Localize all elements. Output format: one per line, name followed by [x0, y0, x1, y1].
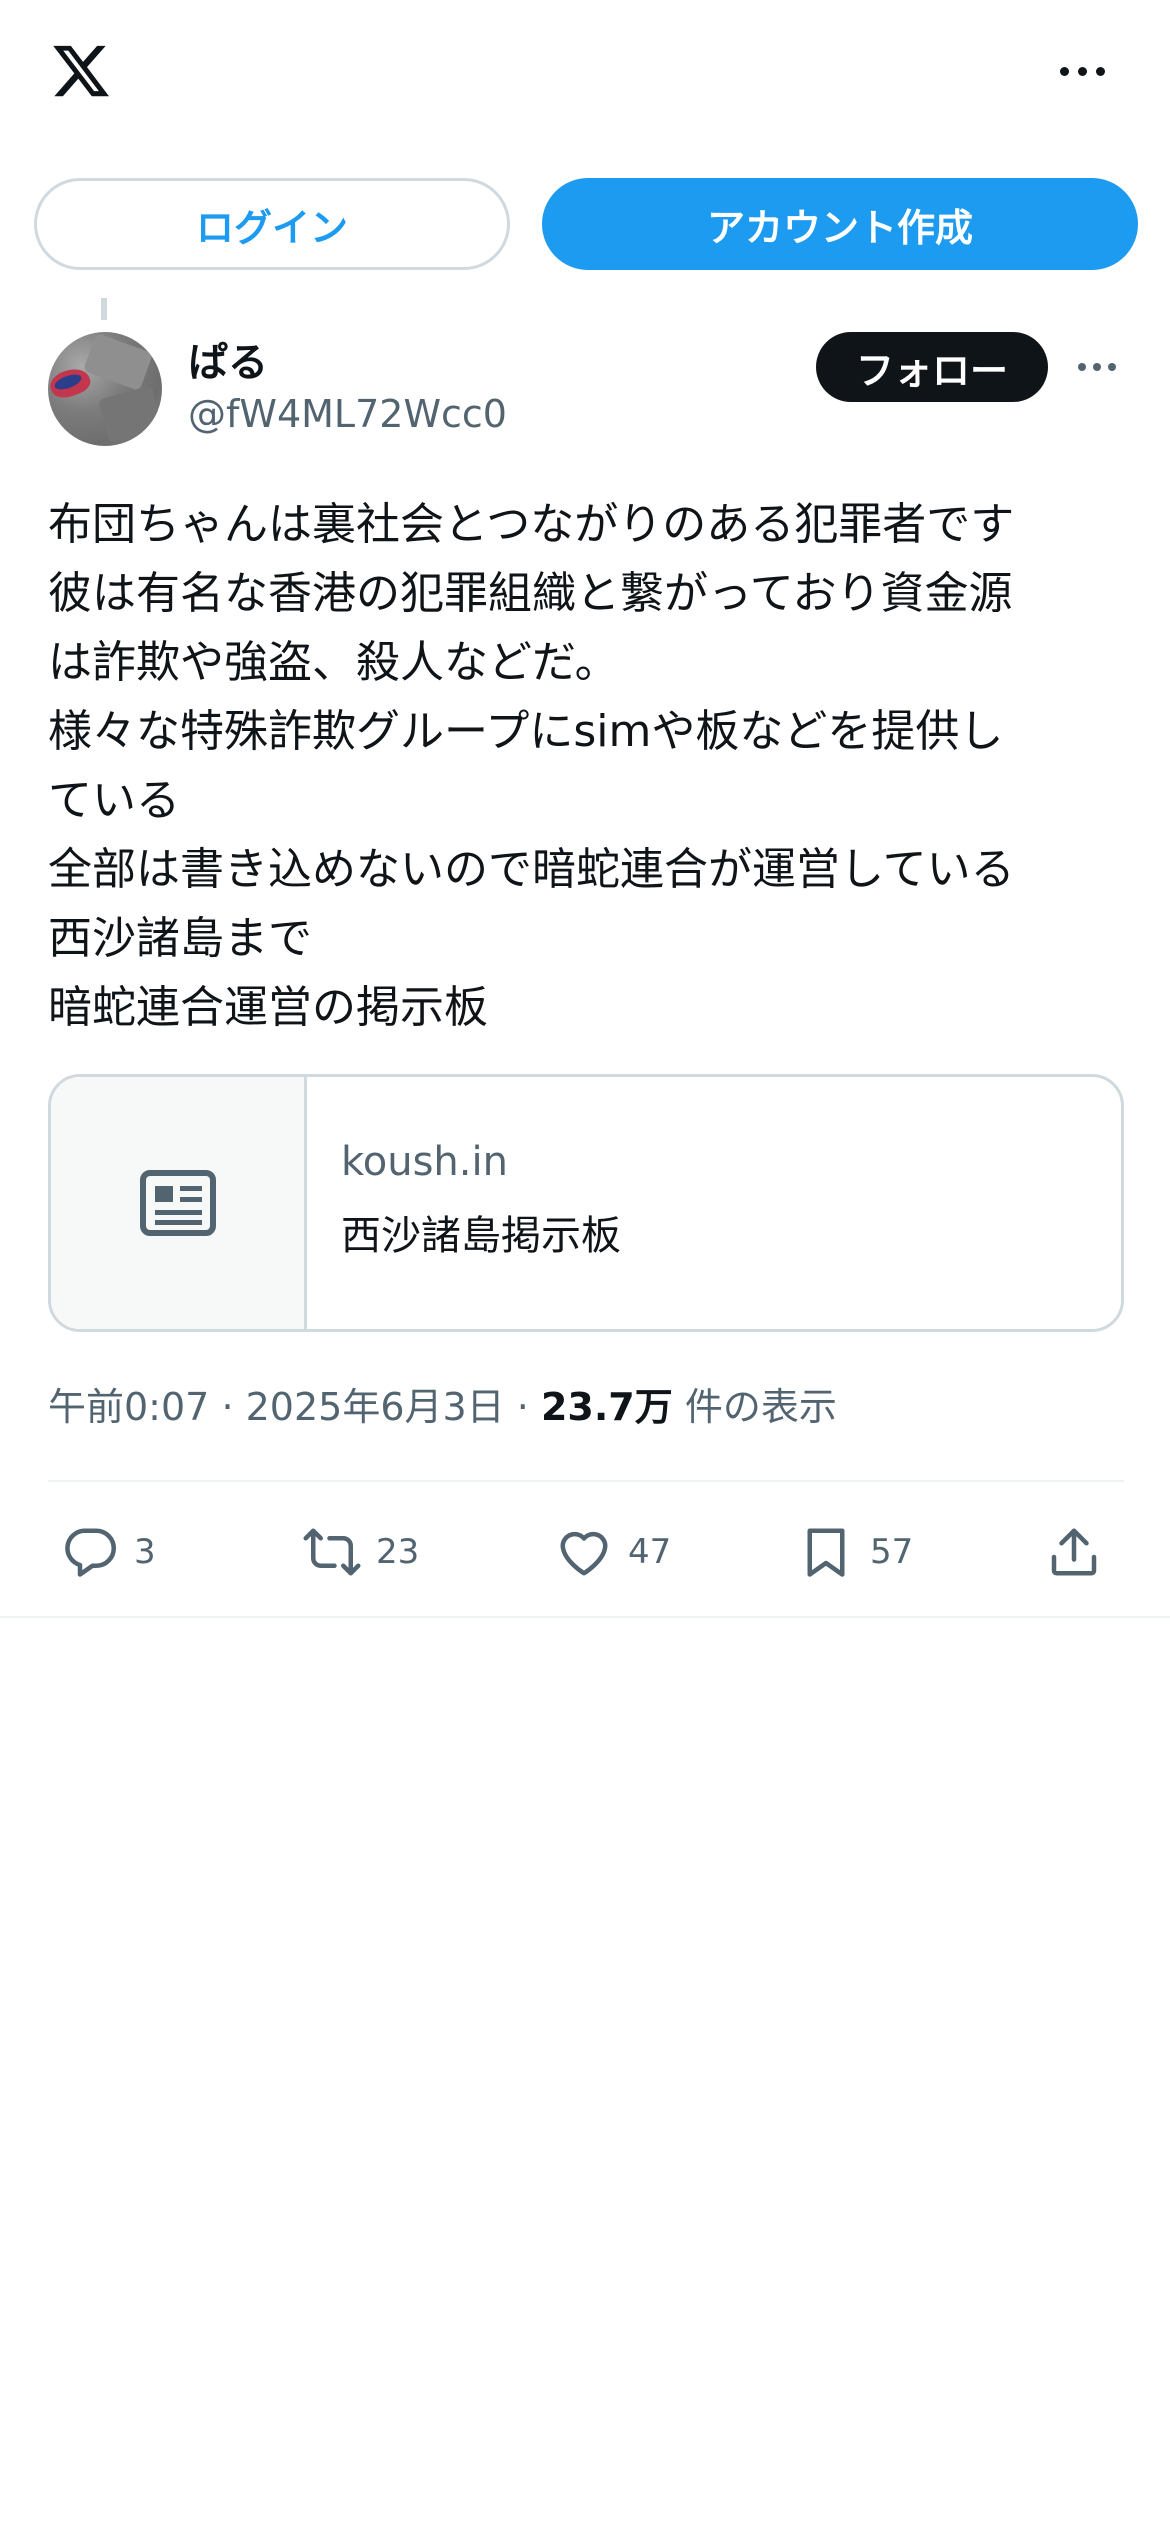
view-count-label: 件の表示 — [684, 1385, 837, 1429]
post-text-line: 暗蛇連合運営の掲示板 — [48, 982, 488, 1033]
post-text-line: 様々な特殊詐欺グループにsimや板などを提供し — [48, 706, 1004, 757]
avatar[interactable] — [48, 332, 162, 446]
post-date[interactable]: 2025年6月3日 — [246, 1385, 505, 1429]
signup-button[interactable]: アカウント作成 — [542, 178, 1138, 270]
follow-button[interactable]: フォロー — [816, 332, 1048, 402]
author-handle[interactable]: @fW4ML72Wcc0 — [188, 392, 507, 436]
like-button[interactable]: 47 — [554, 1500, 671, 1604]
action-bar: 3 23 47 57 — [0, 1500, 1170, 1604]
share-button[interactable] — [1044, 1500, 1104, 1604]
meta-separator: · — [221, 1385, 234, 1429]
auth-buttons: ログイン アカウント作成 — [0, 178, 1170, 270]
link-card-title: 西沙諸島掲示板 — [341, 1213, 621, 1259]
post-text-line: は詐欺や強盗、殺人などだ。 — [48, 637, 619, 688]
view-count: 23.7万 — [540, 1385, 673, 1429]
reply-button[interactable]: 3 — [60, 1500, 156, 1604]
link-card-domain: koush.in — [341, 1139, 508, 1185]
like-count: 47 — [628, 1532, 672, 1572]
divider — [48, 1480, 1124, 1482]
post-text-line: ている — [48, 775, 180, 826]
more-horizontal-icon[interactable] — [1054, 56, 1110, 86]
repost-button[interactable]: 23 — [302, 1500, 419, 1604]
article-icon — [139, 1170, 216, 1236]
post-text-line: 彼は有名な香港の犯罪組織と繋がっており資金源 — [48, 568, 1013, 619]
tweet-page: ログイン アカウント作成 ぱる @fW4ML72Wcc0 フォロー 布団ちゃんは… — [0, 0, 1170, 2532]
meta-separator: · — [516, 1385, 529, 1429]
repost-icon — [303, 1528, 361, 1576]
post-more-icon[interactable] — [1072, 355, 1122, 379]
share-icon — [1051, 1528, 1097, 1576]
heart-icon — [560, 1531, 608, 1576]
link-card-thumbnail — [51, 1077, 307, 1329]
post-text-line: 西沙諸島まで — [48, 913, 312, 964]
divider — [0, 1616, 1170, 1618]
login-button[interactable]: ログイン — [34, 178, 510, 270]
bookmark-count: 57 — [870, 1532, 914, 1572]
reply-count: 3 — [134, 1532, 156, 1572]
post-text-line: 全部は書き込めないので暗蛇連合が運営している — [48, 844, 1015, 895]
post-text-line: 布団ちゃんは裏社会とつながりのある犯罪者です — [48, 499, 1015, 550]
repost-count: 23 — [376, 1532, 420, 1572]
link-card[interactable]: koush.in 西沙諸島掲示板 — [48, 1074, 1124, 1332]
post-meta: 午前0:07 · 2025年6月3日 · 23.7万 件の表示 — [48, 1376, 837, 1431]
bookmark-button[interactable]: 57 — [796, 1500, 913, 1604]
post-text: 布団ちゃんは裏社会とつながりのある犯罪者です 彼は有名な香港の犯罪組織と繋がって… — [48, 490, 1138, 1042]
reply-icon — [65, 1528, 116, 1577]
author-display-name[interactable]: ぱる — [188, 330, 268, 388]
thread-line — [101, 298, 107, 320]
post-time[interactable]: 午前0:07 — [48, 1385, 209, 1429]
top-bar — [0, 0, 1170, 150]
x-logo-icon[interactable] — [48, 40, 114, 102]
bookmark-icon — [807, 1528, 845, 1577]
